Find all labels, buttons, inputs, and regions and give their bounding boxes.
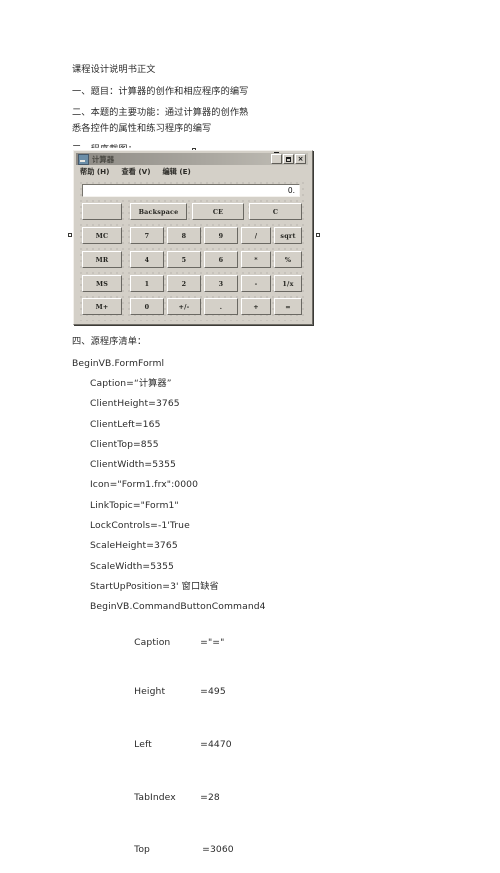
property-name: Caption (134, 636, 171, 648)
property-name: Left (134, 738, 152, 750)
code-line-6: Icon="Form1.frx":0000 (90, 479, 199, 491)
digit-2-button[interactable]: 2 (167, 275, 201, 292)
property-table: Caption ="=" Height =495 Left =4470 TabInde… (72, 620, 338, 873)
code-line-7: LinkTopic="Form1" (90, 499, 179, 511)
code-line-12: BeginVB.CommandButtonCommand4 (90, 601, 266, 613)
calculator-app-icon (78, 153, 89, 165)
property-value: ="=" (200, 636, 225, 648)
code-line-5: ClientWidth=5355 (90, 459, 176, 471)
source-listing-block: 四、源程序清单： BeginVB.FormForml Caption=“计算器”… (72, 334, 338, 873)
calculator-display[interactable]: 0. (82, 184, 300, 197)
property-value: =3060 (202, 844, 234, 856)
sign-toggle-button[interactable]: +/- (167, 298, 201, 315)
calculator-menubar: 帮助 (H) 查看 (V) 编辑 (E) (76, 166, 308, 178)
decimal-point-button[interactable]: . (204, 298, 238, 315)
code-line-9: ScaleHeight=3765 (90, 540, 178, 552)
property-row: TabIndex =28 (110, 774, 338, 820)
doc-paragraph-0: 课程设计说明书正文 (72, 64, 156, 75)
property-row: Caption ="=" (110, 620, 338, 666)
memory-clear-button[interactable]: MC (82, 227, 122, 244)
property-name: Height (134, 685, 166, 697)
close-button[interactable]: × (295, 154, 306, 164)
property-value: =4470 (200, 738, 232, 750)
resize-handle-right[interactable] (316, 233, 320, 237)
property-row: Left =4470 (110, 721, 338, 767)
code-line-10: ScaleWidth=5355 (90, 560, 174, 572)
sqrt-button[interactable]: sqrt (274, 227, 302, 244)
calculator-window: 计算器 × 帮助 (H) 查看 (V) 编辑 (E) 0. Backspace … (73, 150, 313, 325)
calculator-top-row: Backspace CE C (82, 203, 302, 220)
code-line-2: ClientHeight=3765 (90, 398, 180, 410)
code-line-8: LockControls=-1'True (90, 520, 190, 532)
document-page: 课程设计说明书正文 一、题目：计算器的创作和相应程序的编写 二、本题的主要功能：… (0, 0, 500, 855)
property-name: Top (134, 844, 150, 856)
code-line-0: BeginVB.FormForml (72, 357, 165, 369)
property-row: Height =495 (110, 668, 338, 714)
equals-button[interactable]: = (274, 298, 302, 315)
clear-button[interactable]: C (249, 203, 302, 220)
digit-6-button[interactable]: 6 (204, 251, 238, 268)
backspace-button[interactable]: Backspace (130, 203, 187, 220)
property-name: TabIndex (134, 791, 176, 803)
digit-7-button[interactable]: 7 (130, 227, 164, 244)
subtract-button[interactable]: - (241, 275, 271, 292)
menu-item-help[interactable]: 帮助 (H) (80, 167, 109, 177)
percent-button[interactable]: % (274, 251, 302, 268)
menu-item-edit[interactable]: 编辑 (E) (162, 167, 190, 177)
calculator-screenshot: 计算器 × 帮助 (H) 查看 (V) 编辑 (E) 0. Backspace … (68, 148, 321, 328)
digit-1-button[interactable]: 1 (130, 275, 164, 292)
digit-4-button[interactable]: 4 (130, 251, 164, 268)
code-line-4: ClientTop=855 (90, 438, 159, 450)
resize-handle-left[interactable] (68, 233, 72, 237)
reciprocal-button[interactable]: 1/x (274, 275, 302, 292)
code-line-11: StartUpPosition=3' 窗口缺省 (90, 580, 219, 592)
memory-store-button[interactable]: MS (82, 275, 122, 292)
code-line-3: ClientLeft=165 (90, 418, 161, 430)
digit-3-button[interactable]: 3 (204, 275, 238, 292)
memory-recall-button[interactable]: MR (82, 251, 122, 268)
divide-button[interactable]: / (241, 227, 271, 244)
doc-paragraph-2: 二、本题的主要功能：通过计算器的创作熟 悉各控件的属性和练习程序的编写 (72, 107, 249, 134)
close-icon: × (297, 155, 304, 163)
calculator-title: 计算器 (92, 154, 115, 164)
maximize-button[interactable] (283, 154, 294, 164)
multiply-button[interactable]: * (241, 251, 271, 268)
digit-5-button[interactable]: 5 (167, 251, 201, 268)
code-line-1: Caption=“计算器” (90, 377, 172, 389)
property-row: Top =3060 (110, 827, 338, 873)
memory-add-button[interactable]: M+ (82, 298, 122, 315)
minimize-button[interactable] (271, 151, 282, 164)
window-controls: × (271, 151, 306, 164)
property-value: =495 (200, 685, 226, 697)
form-design-canvas: 0. Backspace CE C MC MR MS M+ 7 8 9 / sq… (77, 179, 307, 321)
source-section-title: 四、源程序清单： (72, 336, 147, 347)
clear-entry-button[interactable]: CE (192, 203, 244, 220)
calculator-titlebar[interactable]: 计算器 × (76, 151, 308, 165)
digit-8-button[interactable]: 8 (167, 227, 201, 244)
menu-item-view[interactable]: 查看 (V) (121, 167, 150, 177)
property-value: =28 (200, 791, 220, 803)
add-button[interactable]: + (241, 298, 271, 315)
digit-9-button[interactable]: 9 (204, 227, 238, 244)
blank-button[interactable] (82, 203, 122, 220)
digit-0-button[interactable]: 0 (130, 298, 164, 315)
calculator-keypad: MC MR MS M+ 7 8 9 / sqrt 4 5 6 * % 1 2 3… (82, 227, 302, 315)
doc-paragraph-1: 一、题目：计算器的创作和相应程序的编写 (72, 85, 249, 97)
